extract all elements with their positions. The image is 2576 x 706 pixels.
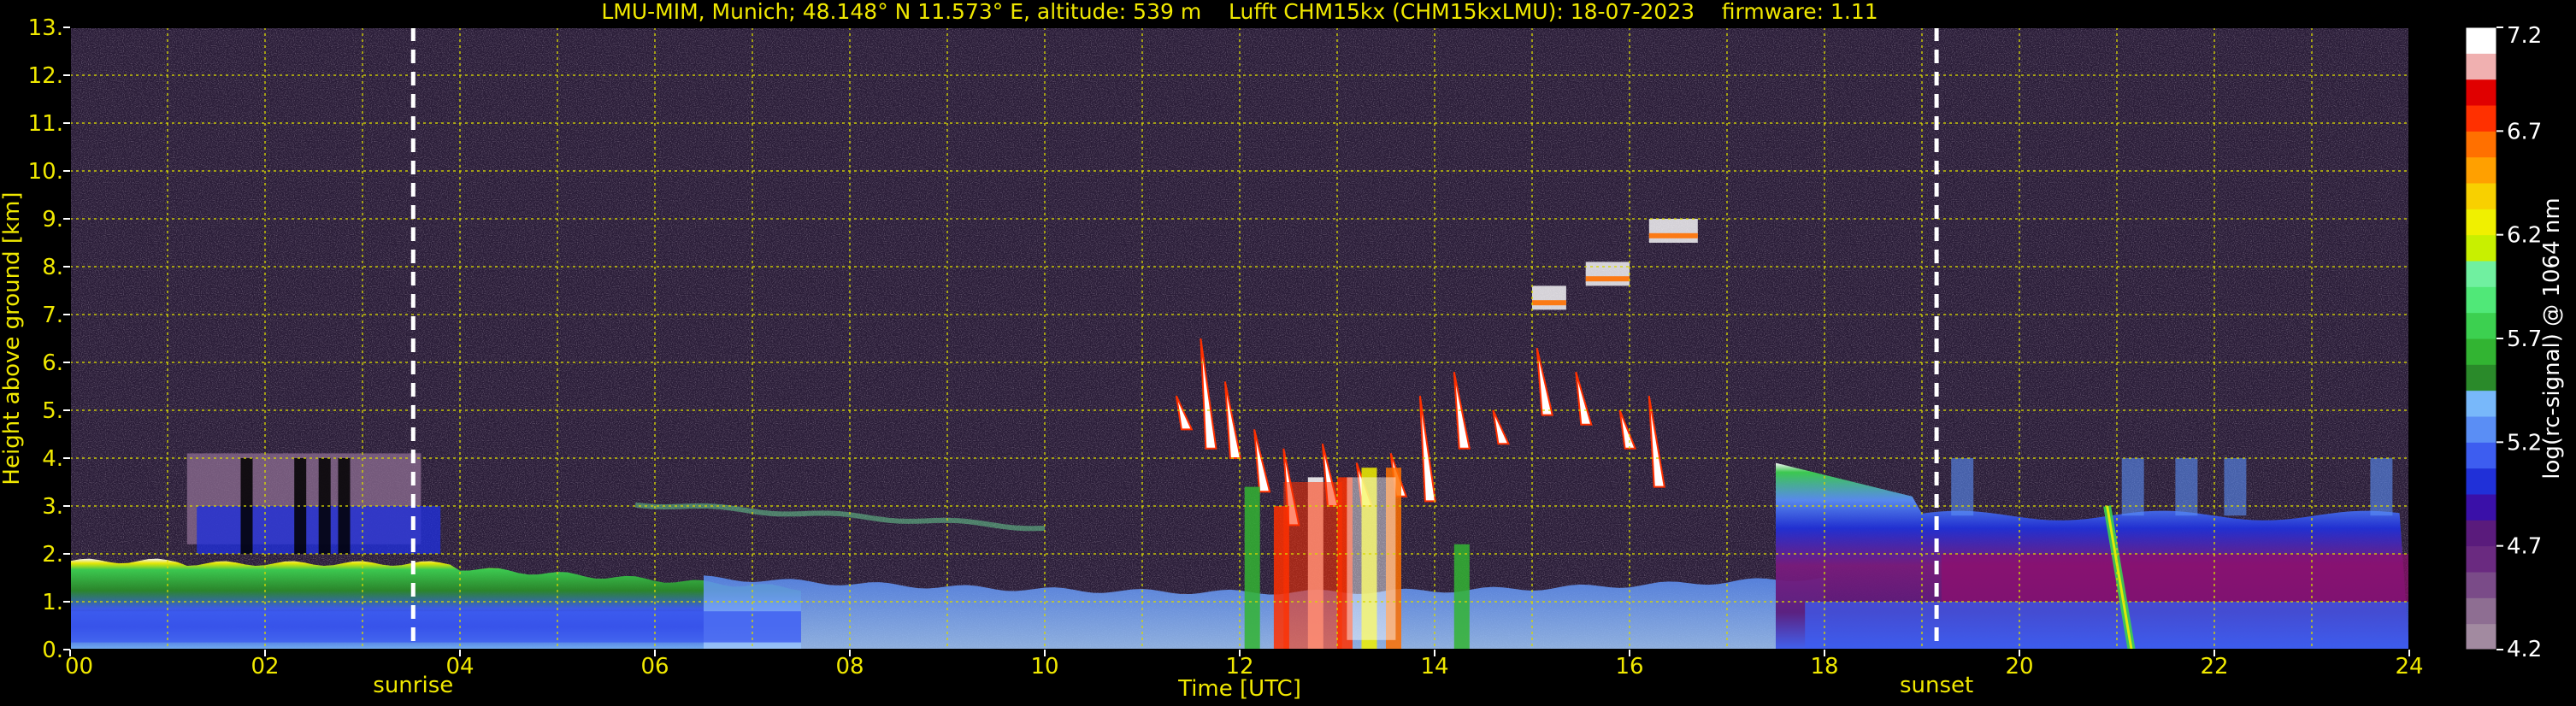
evening-column bbox=[1951, 458, 1974, 516]
y-tick-label: 6. bbox=[42, 350, 63, 376]
colorbar-segment bbox=[2466, 156, 2496, 184]
x-tick-label: 16 bbox=[1615, 654, 1643, 680]
elevated-cloud-edge bbox=[1532, 300, 1566, 306]
x-tick-label: 04 bbox=[445, 654, 474, 680]
evening-column bbox=[2175, 458, 2198, 516]
y-tick-label: 1. bbox=[42, 590, 63, 615]
colorbar-tick-label: 6.2 bbox=[2507, 223, 2542, 249]
evening-magenta-band bbox=[1941, 554, 2409, 602]
colorbar-tick-label: 4.2 bbox=[2507, 637, 2542, 662]
colorbar-segment bbox=[2466, 572, 2496, 598]
y-tick-label: 5. bbox=[42, 398, 63, 424]
x-tick-label: 00 bbox=[65, 654, 93, 680]
y-tick-label: 12. bbox=[28, 63, 63, 89]
colorbar-segment bbox=[2466, 53, 2496, 80]
colorbar-segment bbox=[2466, 416, 2496, 443]
cloud-shaft bbox=[1244, 486, 1260, 650]
evening-column bbox=[2121, 458, 2144, 516]
colorbar-segment bbox=[2466, 27, 2496, 54]
colorbar-segment bbox=[2466, 494, 2496, 521]
y-axis: 0. 1. 2. 3. 4. 5. 6. 7. 8. 9. 10. 11. 12. 13. bbox=[28, 15, 70, 663]
y-tick-label: 3. bbox=[42, 494, 63, 520]
colorbar-segment bbox=[2466, 597, 2496, 625]
evening-column bbox=[2370, 458, 2393, 516]
colorbar-segment bbox=[2466, 131, 2496, 158]
y-tick-label: 4. bbox=[42, 446, 63, 472]
y-tick-label: 7. bbox=[42, 303, 63, 328]
x-tick-label: 18 bbox=[1810, 654, 1838, 680]
colorbar-segment bbox=[2466, 545, 2496, 573]
y-tick-label: 11. bbox=[28, 111, 63, 137]
colorbar-segment bbox=[2466, 338, 2496, 365]
sun-marker-label: sunset bbox=[1900, 673, 1973, 698]
colorbar-tick-label: 5.2 bbox=[2507, 430, 2542, 456]
y-axis-label: Height above ground [km] bbox=[0, 191, 25, 485]
colorbar-tick-label: 6.7 bbox=[2507, 119, 2542, 144]
elevated-cloud-edge bbox=[1585, 276, 1630, 282]
x-tick-label: 02 bbox=[251, 654, 279, 680]
colorbar-segment bbox=[2466, 468, 2496, 495]
cloud-shaft bbox=[1453, 544, 1470, 650]
colorbar-segment bbox=[2466, 286, 2496, 314]
y-tick-label: 8. bbox=[42, 255, 63, 280]
colorbar-segment bbox=[2466, 390, 2496, 417]
chart-svg: sunrise sunset 00 02 04 06 08 10 12 14 16 18 20 22 24… bbox=[0, 0, 2565, 702]
x-tick-label: 14 bbox=[1420, 654, 1448, 680]
low-aerosol-band bbox=[70, 611, 801, 643]
x-tick-label: 22 bbox=[2200, 654, 2228, 680]
colorbar-segment bbox=[2466, 442, 2496, 469]
x-axis-label: Time [UTC] bbox=[1177, 676, 1301, 702]
colorbar-segment bbox=[2466, 364, 2496, 391]
colorbar-tick-label: 4.7 bbox=[2507, 534, 2542, 560]
colorbar-segment bbox=[2466, 183, 2496, 209]
y-tick-label: 0. bbox=[42, 638, 63, 663]
x-tick-label: 08 bbox=[835, 654, 864, 680]
x-tick-label: 24 bbox=[2395, 654, 2423, 680]
colorbar-segment bbox=[2466, 520, 2496, 547]
y-tick-label: 10. bbox=[28, 159, 63, 185]
colorbar-segment bbox=[2466, 261, 2496, 287]
colorbar-segment bbox=[2466, 105, 2496, 132]
ceilometer-chart: sunrise sunset 00 02 04 06 08 10 12 14 16 18 20 22 24… bbox=[0, 0, 2576, 706]
colorbar-segment bbox=[2466, 79, 2496, 106]
y-tick-label: 2. bbox=[42, 542, 63, 568]
x-tick-label: 10 bbox=[1030, 654, 1058, 680]
x-tick-label: 06 bbox=[640, 654, 669, 680]
y-tick-label: 9. bbox=[42, 207, 63, 232]
colorbar-segment bbox=[2466, 623, 2496, 650]
evening-column bbox=[2224, 458, 2247, 516]
chart-title: LMU-MIM, Munich; 48.148° N 11.573° E, al… bbox=[601, 0, 1877, 24]
x-tick-label: 20 bbox=[2005, 654, 2033, 680]
elevated-cloud-patch bbox=[1585, 262, 1630, 286]
colorbar-tick-label: 7.2 bbox=[2507, 23, 2542, 49]
colorbar: 4.2 4.7 5.2 5.7 6.2 6.7 7.2 bbox=[2465, 23, 2542, 662]
colorbar-segment bbox=[2466, 312, 2496, 339]
elevated-cloud-patch bbox=[1532, 285, 1566, 310]
rain-core-white bbox=[1347, 477, 1396, 640]
colorbar-tick-label: 5.7 bbox=[2507, 327, 2542, 352]
colorbar-segment bbox=[2466, 209, 2496, 236]
evening-low-band bbox=[1805, 602, 2409, 650]
colorbar-segment bbox=[2466, 234, 2496, 262]
rain-core bbox=[1283, 482, 1342, 650]
sun-marker-label: sunrise bbox=[373, 673, 453, 698]
elevated-cloud-patch bbox=[1648, 219, 1698, 243]
colorbar-label: log(rc-signal) @ 1064 nm bbox=[2539, 197, 2565, 479]
elevated-cloud-edge bbox=[1648, 232, 1698, 238]
y-tick-label: 13. bbox=[28, 15, 63, 41]
